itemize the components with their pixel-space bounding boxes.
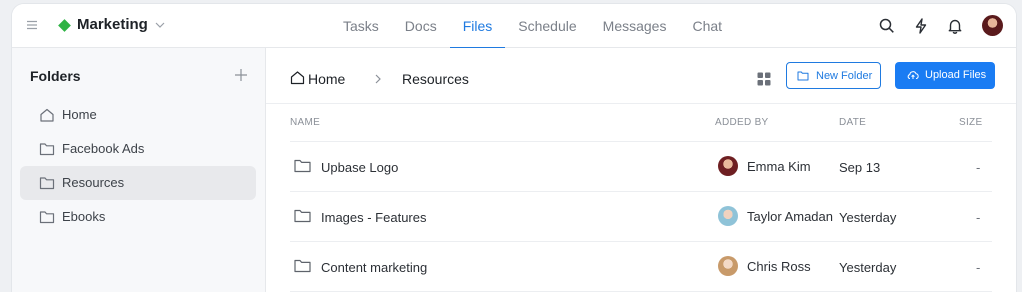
avatar xyxy=(718,206,738,226)
column-header-added-by[interactable]: ADDED BY xyxy=(715,117,769,128)
date: Yesterday xyxy=(839,210,897,225)
upload-files-label: Upload Files xyxy=(925,69,987,81)
home-icon[interactable] xyxy=(290,70,305,85)
sidebar-item-label: Home xyxy=(62,107,97,122)
sidebar-item-resources[interactable]: Resources xyxy=(20,166,256,200)
folder-icon xyxy=(39,177,55,190)
sidebar-item-home[interactable]: Home xyxy=(20,98,256,132)
folder-icon xyxy=(294,159,311,173)
sidebar-item-ebooks[interactable]: Ebooks xyxy=(20,200,256,234)
date: Sep 13 xyxy=(839,160,881,175)
bell-icon[interactable] xyxy=(946,17,964,35)
brand-diamond-icon xyxy=(58,19,71,32)
avatar xyxy=(718,256,738,276)
breadcrumb-home[interactable]: Home xyxy=(308,71,345,87)
user-avatar[interactable] xyxy=(982,15,1003,36)
folder-icon xyxy=(797,71,809,81)
file-name[interactable]: Content marketing xyxy=(321,260,427,275)
main-tabs: Tasks Docs Files Schedule Messages Chat xyxy=(330,4,735,49)
app-window: Marketing Tasks Docs Files Schedule Mess… xyxy=(12,4,1016,292)
folder-icon xyxy=(39,143,55,156)
upload-files-button[interactable]: Upload Files xyxy=(895,62,995,89)
tab-schedule[interactable]: Schedule xyxy=(505,4,589,48)
date: Yesterday xyxy=(839,260,897,275)
add-folder-icon[interactable] xyxy=(234,68,248,82)
grid-view-icon[interactable] xyxy=(757,72,771,86)
tab-docs[interactable]: Docs xyxy=(392,4,450,48)
table-row[interactable]: Upbase Logo Emma Kim Sep 13 - xyxy=(290,142,992,192)
search-icon[interactable] xyxy=(878,17,896,35)
tab-files[interactable]: Files xyxy=(449,4,506,49)
column-header-size[interactable]: SIZE xyxy=(959,117,982,128)
new-folder-label: New Folder xyxy=(816,70,873,82)
file-name[interactable]: Upbase Logo xyxy=(321,160,398,175)
tab-messages[interactable]: Messages xyxy=(590,4,680,48)
size: - xyxy=(976,210,981,225)
lightning-icon[interactable] xyxy=(912,17,930,35)
table-row[interactable]: Images - Features Taylor Amadan Yesterda… xyxy=(290,192,992,242)
added-by: Taylor Amadan xyxy=(747,209,833,224)
workspace-name[interactable]: Marketing xyxy=(77,16,148,33)
sidebar-item-facebook-ads[interactable]: Facebook Ads xyxy=(20,132,256,166)
sidebar-item-label: Ebooks xyxy=(62,209,106,224)
file-name[interactable]: Images - Features xyxy=(321,210,427,225)
avatar xyxy=(718,156,738,176)
home-icon xyxy=(40,108,54,122)
column-header-date[interactable]: DATE xyxy=(839,117,866,128)
folders-sidebar: Folders Home Facebook Ads Resources Eboo… xyxy=(12,48,266,292)
added-by: Emma Kim xyxy=(747,159,811,174)
top-bar: Marketing Tasks Docs Files Schedule Mess… xyxy=(12,4,1016,49)
sidebar-item-label: Resources xyxy=(62,175,125,190)
folder-icon xyxy=(294,259,311,273)
column-header-name[interactable]: NAME xyxy=(290,117,320,128)
table-row[interactable]: Content marketing Chris Ross Yesterday - xyxy=(290,242,992,292)
new-folder-button[interactable]: New Folder xyxy=(786,62,881,89)
hamburger-menu-icon[interactable] xyxy=(26,19,38,31)
size: - xyxy=(976,260,981,275)
files-panel: Home Resources New Folder Upload Files N… xyxy=(266,48,1016,292)
sidebar-title: Folders xyxy=(30,68,81,84)
sidebar-item-label: Facebook Ads xyxy=(62,141,145,156)
size: - xyxy=(976,160,981,175)
tab-chat[interactable]: Chat xyxy=(679,4,735,48)
breadcrumb-current: Resources xyxy=(402,71,469,87)
chevron-right-icon xyxy=(375,74,381,84)
folder-icon xyxy=(294,209,311,223)
chevron-down-icon[interactable] xyxy=(154,19,166,31)
tab-tasks[interactable]: Tasks xyxy=(330,4,392,48)
folder-icon xyxy=(39,211,55,224)
cloud-upload-icon xyxy=(907,71,919,79)
divider xyxy=(266,103,1016,104)
added-by: Chris Ross xyxy=(747,259,811,274)
